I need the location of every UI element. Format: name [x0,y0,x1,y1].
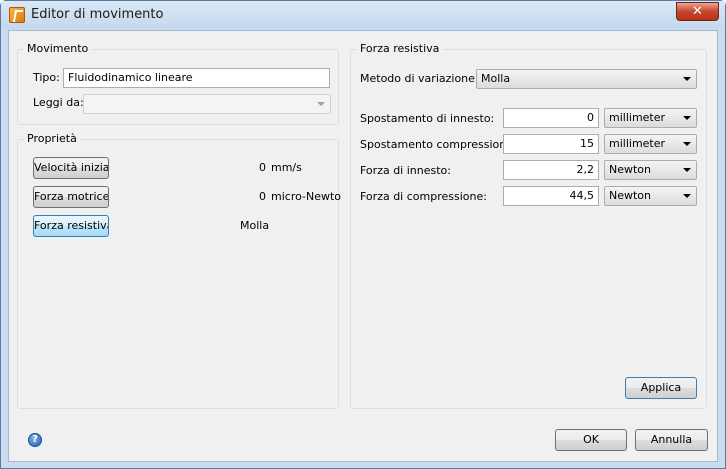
spostamento-compressione-unit-dropdown[interactable]: millimeter [604,134,697,154]
forza-innesto-unit-dropdown[interactable]: Newton [604,160,697,180]
ok-button[interactable]: OK [555,429,627,451]
metodo-value: Molla [481,72,511,85]
applica-button[interactable]: Applica [625,377,697,399]
movimento-group-title: Movimento [24,42,92,55]
forza-innesto-unit: Newton [609,163,652,176]
forza-compressione-unit-dropdown[interactable]: Newton [604,186,697,206]
forza-innesto-label: Forza di innesto: [360,164,451,177]
chevron-down-icon [683,116,691,120]
window-title: Editor di movimento [31,7,164,22]
forza-compressione-field[interactable]: 44,5 [503,186,599,206]
spostamento-compressione-field[interactable]: 15 [503,134,599,154]
forza-compressione-label: Forza di compressione: [360,190,487,203]
movimento-group: Movimento Tipo: Fluidodinamico lineare L… [17,42,339,125]
chevron-down-icon [683,168,691,172]
tipo-label: Tipo: [33,71,60,84]
leggi-da-dropdown[interactable] [83,94,331,114]
close-icon[interactable]: ✕ [676,2,719,21]
chevron-down-icon [317,102,325,106]
proprieta-group-title: Proprietà [24,132,80,145]
forza-innesto-field[interactable]: 2,2 [503,160,599,180]
spostamento-innesto-unit-dropdown[interactable]: millimeter [604,108,697,128]
help-icon[interactable]: ? [28,433,42,447]
proprieta-group: Proprietà Velocità iniziale 0 mm/s Forza… [17,132,342,409]
chevron-down-icon [683,77,691,81]
metodo-dropdown[interactable]: Molla [476,69,697,89]
title-bar[interactable]: Editor di movimento ✕ [1,1,725,29]
forza-resistiva-group-title: Forza resistiva [357,42,443,55]
forza-compressione-unit: Newton [609,189,652,202]
spostamento-innesto-unit: millimeter [609,111,666,124]
spostamento-innesto-label: Spostamento di innesto: [360,112,495,125]
forza-motrice-unit: micro-Newto [271,190,342,203]
forza-motrice-button[interactable]: Forza motrice [33,186,109,208]
chevron-down-icon [683,194,691,198]
app-icon [9,7,25,23]
forza-motrice-value: 0 [259,190,266,203]
forza-resistiva-group: Forza resistiva Metodo di variazione: Mo… [350,42,707,409]
chevron-down-icon [683,142,691,146]
cancel-button[interactable]: Annulla [635,429,708,451]
spostamento-compressione-unit: millimeter [609,137,666,150]
forza-resistiva-value: Molla [240,219,270,232]
dialog-window: Editor di movimento ✕ Movimento Tipo: Fl… [0,0,726,469]
leggi-da-label: Leggi da: [33,96,84,109]
forza-resistiva-button[interactable]: Forza resistiva [33,215,109,237]
tipo-field[interactable]: Fluidodinamico lineare [63,68,330,88]
velocita-iniziale-button[interactable]: Velocità iniziale [33,157,109,179]
spostamento-compressione-label: Spostamento compressione: [360,138,517,151]
velocita-iniziale-unit: mm/s [271,161,302,174]
metodo-label: Metodo di variazione: [360,72,479,85]
spostamento-innesto-field[interactable]: 0 [503,108,599,128]
dialog-client-area: Movimento Tipo: Fluidodinamico lineare L… [8,30,718,462]
velocita-iniziale-value: 0 [259,161,266,174]
